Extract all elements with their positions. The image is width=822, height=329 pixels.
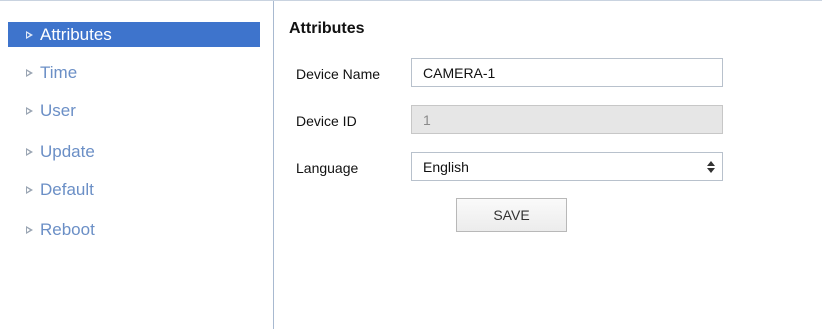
attributes-panel: Attributes Device Name Device ID Languag… (275, 1, 822, 329)
triangle-right-icon (26, 30, 33, 39)
sidebar-item-label: Time (40, 62, 78, 82)
sidebar-item-label: User (40, 100, 76, 120)
updown-arrows-icon (707, 161, 715, 174)
sidebar-item-reboot[interactable]: Reboot (8, 217, 260, 242)
triangle-right-icon (26, 106, 33, 115)
language-select[interactable]: English (411, 152, 723, 181)
settings-window: Attributes Time User Update Default Rebo… (0, 0, 822, 329)
language-label: Language (296, 160, 359, 176)
sidebar-item-user[interactable]: User (8, 98, 260, 123)
device-name-input[interactable] (411, 58, 723, 87)
sidebar-item-default[interactable]: Default (8, 177, 260, 202)
save-button[interactable]: SAVE (456, 198, 567, 232)
device-id-input (411, 105, 723, 134)
device-name-label: Device Name (296, 66, 381, 82)
triangle-right-icon (26, 225, 33, 234)
language-selected-value: English (423, 158, 469, 175)
sidebar: Attributes Time User Update Default Rebo… (0, 1, 274, 329)
sidebar-item-label: Attributes (40, 24, 112, 44)
sidebar-item-label: Update (40, 141, 95, 161)
section-title: Attributes (289, 20, 365, 37)
device-id-label: Device ID (296, 113, 357, 129)
sidebar-item-time[interactable]: Time (8, 60, 260, 85)
sidebar-item-attributes[interactable]: Attributes (8, 22, 260, 47)
sidebar-item-update[interactable]: Update (8, 139, 260, 164)
sidebar-item-label: Reboot (40, 219, 95, 239)
triangle-right-icon (26, 185, 33, 194)
triangle-right-icon (26, 147, 33, 156)
triangle-right-icon (26, 68, 33, 77)
sidebar-item-label: Default (40, 179, 94, 199)
